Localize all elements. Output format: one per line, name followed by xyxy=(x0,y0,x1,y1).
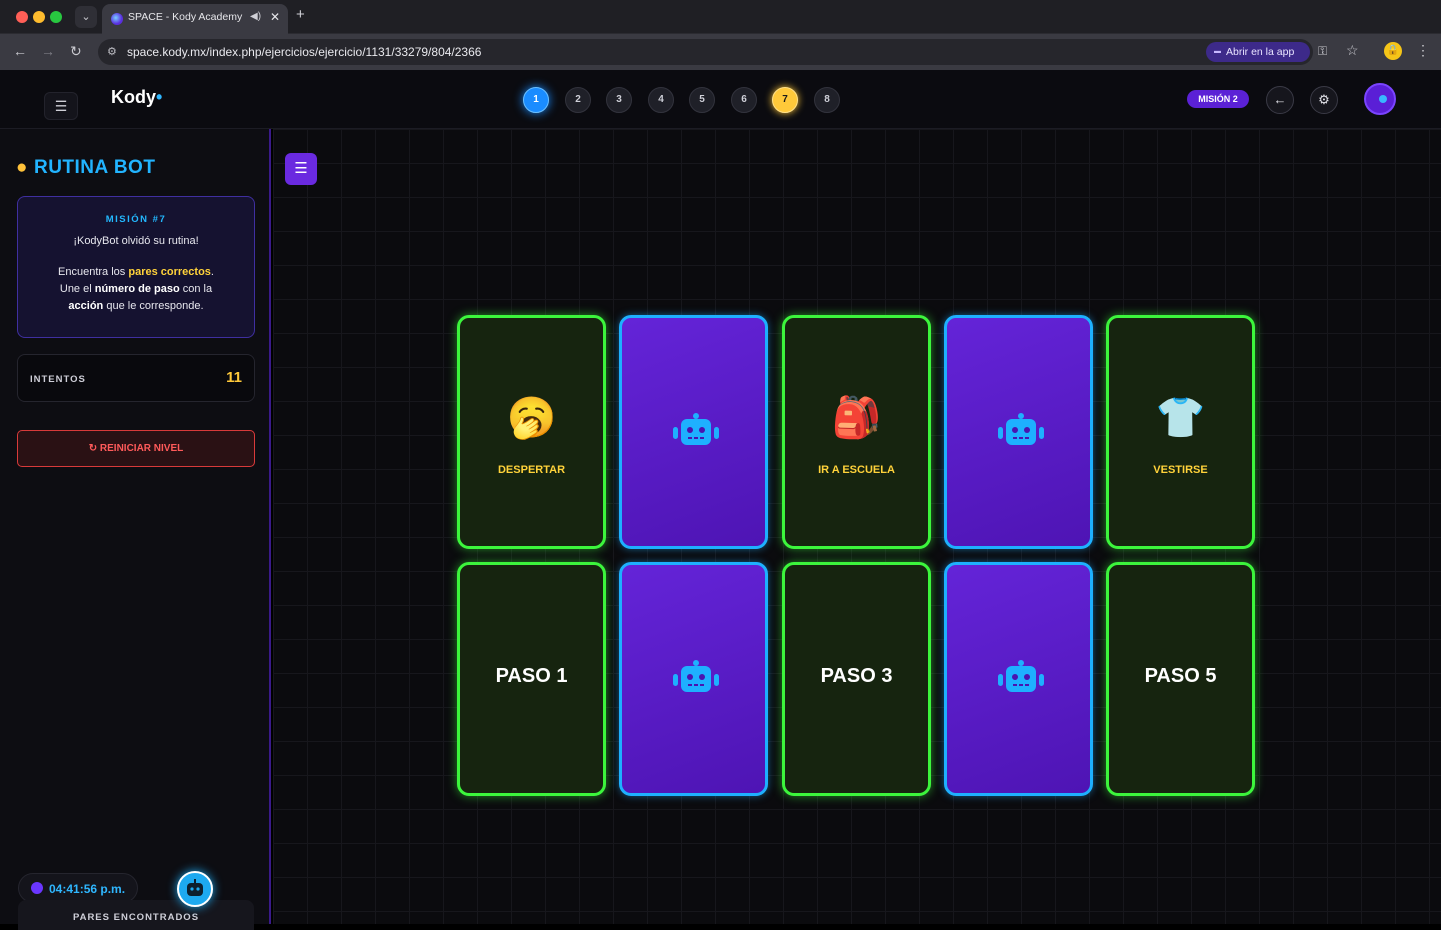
memory-card-hidden[interactable] xyxy=(619,315,768,549)
clock-pill: 04:41:56 p.m. xyxy=(18,873,138,903)
robot-icon xyxy=(673,660,719,692)
level-title: ● RUTINA BOT xyxy=(16,157,156,178)
step-1[interactable]: 1 xyxy=(523,87,549,113)
card-action-label: DESPERTAR xyxy=(497,464,566,476)
step-4[interactable]: 4 xyxy=(648,87,674,113)
refresh-icon: ↻ xyxy=(88,443,100,454)
memory-card-hidden[interactable] xyxy=(944,562,1093,796)
step-3[interactable]: 3 xyxy=(606,87,632,113)
speaker-icon[interactable]: ◀︎) xyxy=(250,11,261,22)
browser-toolbar: ← → ↻ ⚙ space.kody.mx/index.php/ejercici… xyxy=(0,34,1441,70)
card-action-icon: 🥱 xyxy=(506,396,557,440)
maximize-window-button[interactable] xyxy=(50,11,62,23)
browser-tab[interactable]: SPACE - Kody Academy ◀︎) ✕ xyxy=(102,4,288,34)
app-header: ☰ Kody• 1 2 3 4 5 6 7 8 MISIÓN 2 ← ⚙ xyxy=(0,70,1441,129)
card-step-label: PASO 1 xyxy=(495,665,568,687)
forward-arrow-icon[interactable]: → xyxy=(41,43,55,59)
brain-icon: ● xyxy=(16,157,28,178)
minimize-window-button[interactable] xyxy=(33,11,45,23)
sidebar-toggle-button[interactable]: ☰ xyxy=(44,92,78,120)
card-step-label: PASO 5 xyxy=(1144,665,1217,687)
settings-gear-icon[interactable]: ⚙ xyxy=(1310,86,1338,114)
robot-icon xyxy=(998,660,1044,692)
browser-menu-icon[interactable]: ⋮ xyxy=(1416,42,1430,59)
step-2[interactable]: 2 xyxy=(565,87,591,113)
tab-search-chevron-icon[interactable]: ⌄ xyxy=(75,6,97,28)
step-8[interactable]: 8 xyxy=(814,87,840,113)
memory-card-matched[interactable]: 🥱 DESPERTAR xyxy=(457,315,606,549)
address-bar[interactable]: ⚙ space.kody.mx/index.php/ejercicios/eje… xyxy=(98,39,1359,65)
robot-icon xyxy=(673,413,719,445)
bookmark-star-icon[interactable]: ☆ xyxy=(1346,42,1359,59)
memory-card-hidden[interactable] xyxy=(944,315,1093,549)
reload-icon[interactable]: ↻ xyxy=(70,43,82,60)
extension-lock-icon[interactable]: 🔒 xyxy=(1384,42,1402,60)
browser-titlebar: ⌄ SPACE - Kody Academy ◀︎) ✕ + xyxy=(0,0,1441,34)
bot-assistant-button[interactable] xyxy=(177,871,213,907)
memory-card-matched[interactable]: 👕 VESTIRSE xyxy=(1106,315,1255,549)
close-tab-icon[interactable]: ✕ xyxy=(270,10,280,24)
kody-favicon-icon xyxy=(111,13,123,25)
card-action-icon: 🎒 xyxy=(831,396,882,440)
memory-card-matched[interactable]: PASO 1 xyxy=(457,562,606,796)
tab-title: SPACE - Kody Academy xyxy=(128,11,243,23)
password-key-icon[interactable]: ⚿ xyxy=(1318,44,1327,59)
back-arrow-button[interactable]: ← xyxy=(1266,86,1294,114)
site-settings-icon[interactable]: ⚙ xyxy=(107,45,117,58)
memory-card-matched[interactable]: 🎒 IR A ESCUELA xyxy=(782,315,931,549)
new-tab-plus-icon[interactable]: + xyxy=(296,6,305,23)
close-window-button[interactable] xyxy=(16,11,28,23)
pairs-found-panel: PARES ENCONTRADOS xyxy=(18,900,254,930)
card-step-label: PASO 3 xyxy=(820,665,893,687)
step-5[interactable]: 5 xyxy=(689,87,715,113)
board-menu-button[interactable]: ☰ xyxy=(285,153,317,185)
memory-card-hidden[interactable] xyxy=(619,562,768,796)
mission-badge: MISIÓN 2 xyxy=(1187,90,1249,108)
kody-logo[interactable]: Kody• xyxy=(111,87,162,108)
attempts-counter: INTENTOS 11 xyxy=(17,354,255,402)
mission-description: Encuentra los pares correctos. Une el nú… xyxy=(58,266,214,312)
url-text[interactable]: space.kody.mx/index.php/ejercicios/ejerc… xyxy=(127,45,481,59)
clock-time: 04:41:56 p.m. xyxy=(49,882,126,896)
clock-icon xyxy=(31,882,43,894)
memory-card-matched[interactable]: PASO 5 xyxy=(1106,562,1255,796)
robot-icon xyxy=(187,879,203,896)
mission-heading: ¡KodyBot olvidó su rutina! xyxy=(73,235,199,247)
card-action-label: VESTIRSE xyxy=(1153,464,1208,476)
reset-level-button[interactable]: ↻ REINICIAR NIVEL xyxy=(17,430,255,467)
mission-sidebar: ● RUTINA BOT MISIÓN #7 ¡KodyBot olvidó su… xyxy=(0,129,271,930)
open-in-app-button[interactable]: Abrir en la app xyxy=(1206,42,1310,62)
robot-icon xyxy=(998,413,1044,445)
back-arrow-icon[interactable]: ← xyxy=(13,43,27,59)
user-avatar[interactable] xyxy=(1364,83,1396,115)
step-7[interactable]: 7 xyxy=(772,87,798,113)
mission-number: MISIÓN #7 xyxy=(105,214,167,225)
attempts-label: INTENTOS xyxy=(30,374,86,385)
step-6[interactable]: 6 xyxy=(731,87,757,113)
card-action-label: IR A ESCUELA xyxy=(818,464,895,476)
memory-card-matched[interactable]: PASO 3 xyxy=(782,562,931,796)
card-action-icon: 👕 xyxy=(1155,396,1206,440)
attempts-value: 11 xyxy=(226,369,242,386)
mission-card: MISIÓN #7 ¡KodyBot olvidó su rutina! Enc… xyxy=(17,196,255,338)
